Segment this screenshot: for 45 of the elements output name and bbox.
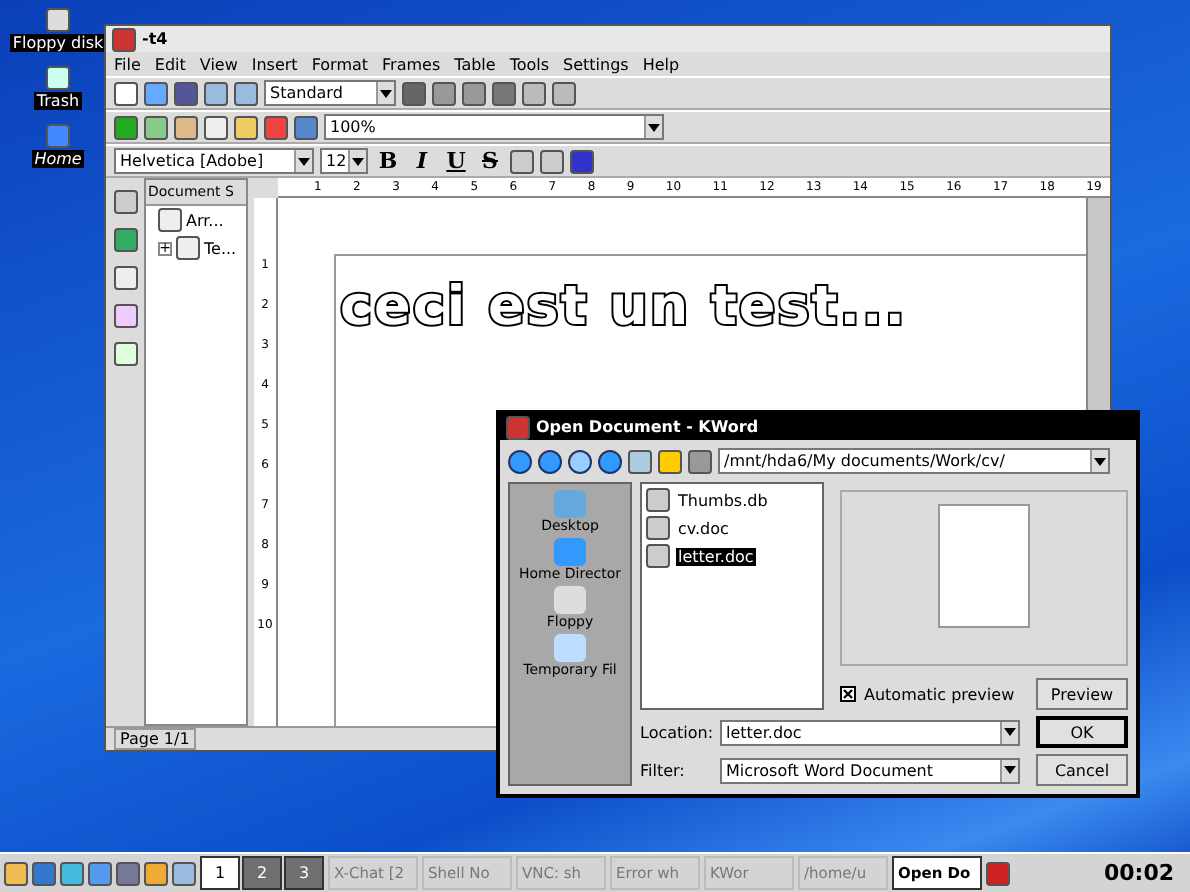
menu-item[interactable]: Format xyxy=(311,55,369,73)
style-combo[interactable]: Standard xyxy=(264,80,396,106)
document-heading: ceci est un test... xyxy=(340,276,909,338)
menu-item[interactable]: Insert xyxy=(251,55,298,73)
font-size-combo[interactable]: 12 xyxy=(320,148,368,174)
font-combo[interactable]: Helvetica [Adobe] xyxy=(114,148,314,174)
preview-button[interactable]: Preview xyxy=(1036,678,1128,710)
path-combo[interactable]: /mnt/hda6/My documents/Work/cv/ xyxy=(718,448,1110,474)
dialog-title: Open Document - KWord xyxy=(536,418,759,436)
menu-item[interactable]: Tools xyxy=(509,55,550,73)
format-button[interactable]: B xyxy=(374,148,402,174)
format-button[interactable]: S xyxy=(476,148,504,174)
cancel-button[interactable]: Cancel xyxy=(1036,754,1128,786)
window-title: -t4 xyxy=(142,30,168,48)
menu-item[interactable]: Settings xyxy=(563,55,629,73)
checkbox[interactable] xyxy=(840,686,856,702)
status-page: Page 1/1 xyxy=(114,728,196,750)
desktop-pager-button[interactable]: 2 xyxy=(242,856,282,890)
menu-item[interactable]: Edit xyxy=(154,55,186,73)
desktop-pager-button[interactable]: 1 xyxy=(200,856,240,890)
zoom-combo[interactable]: 100% xyxy=(324,114,664,140)
checkbox-label: Automatic preview xyxy=(864,685,1015,703)
menu-item[interactable]: File xyxy=(114,55,141,73)
field-label: Location: xyxy=(640,723,712,741)
format-button[interactable]: U xyxy=(442,148,470,174)
input-field[interactable]: letter.doc xyxy=(720,719,1020,745)
menu-item[interactable]: View xyxy=(199,55,238,73)
desktop-icon-label[interactable]: Floppy disk xyxy=(10,34,106,52)
page-thumbnail xyxy=(938,504,1030,628)
input-field[interactable]: Microsoft Word Document xyxy=(720,757,1020,783)
file-name[interactable]: Thumbs.db xyxy=(676,491,770,509)
desktop-icon-label[interactable]: Trash xyxy=(34,92,82,110)
menu-item[interactable]: Help xyxy=(642,55,680,73)
file-name[interactable]: cv.doc xyxy=(676,519,731,537)
format-button[interactable]: I xyxy=(408,148,436,174)
tree-item[interactable]: Te... xyxy=(204,239,237,257)
menu-item[interactable]: Table xyxy=(454,55,496,73)
menu-item[interactable]: Frames xyxy=(382,55,441,73)
file-name[interactable]: letter.doc xyxy=(676,547,756,565)
tree-item[interactable]: Arr... xyxy=(186,211,224,229)
clock: 00:02 xyxy=(1103,860,1176,886)
desktop-pager-button[interactable]: 3 xyxy=(284,856,324,890)
desktop-icon-label[interactable]: Home xyxy=(32,150,84,168)
field-label: Filter: xyxy=(640,761,687,779)
ok-button[interactable]: OK xyxy=(1036,716,1128,748)
